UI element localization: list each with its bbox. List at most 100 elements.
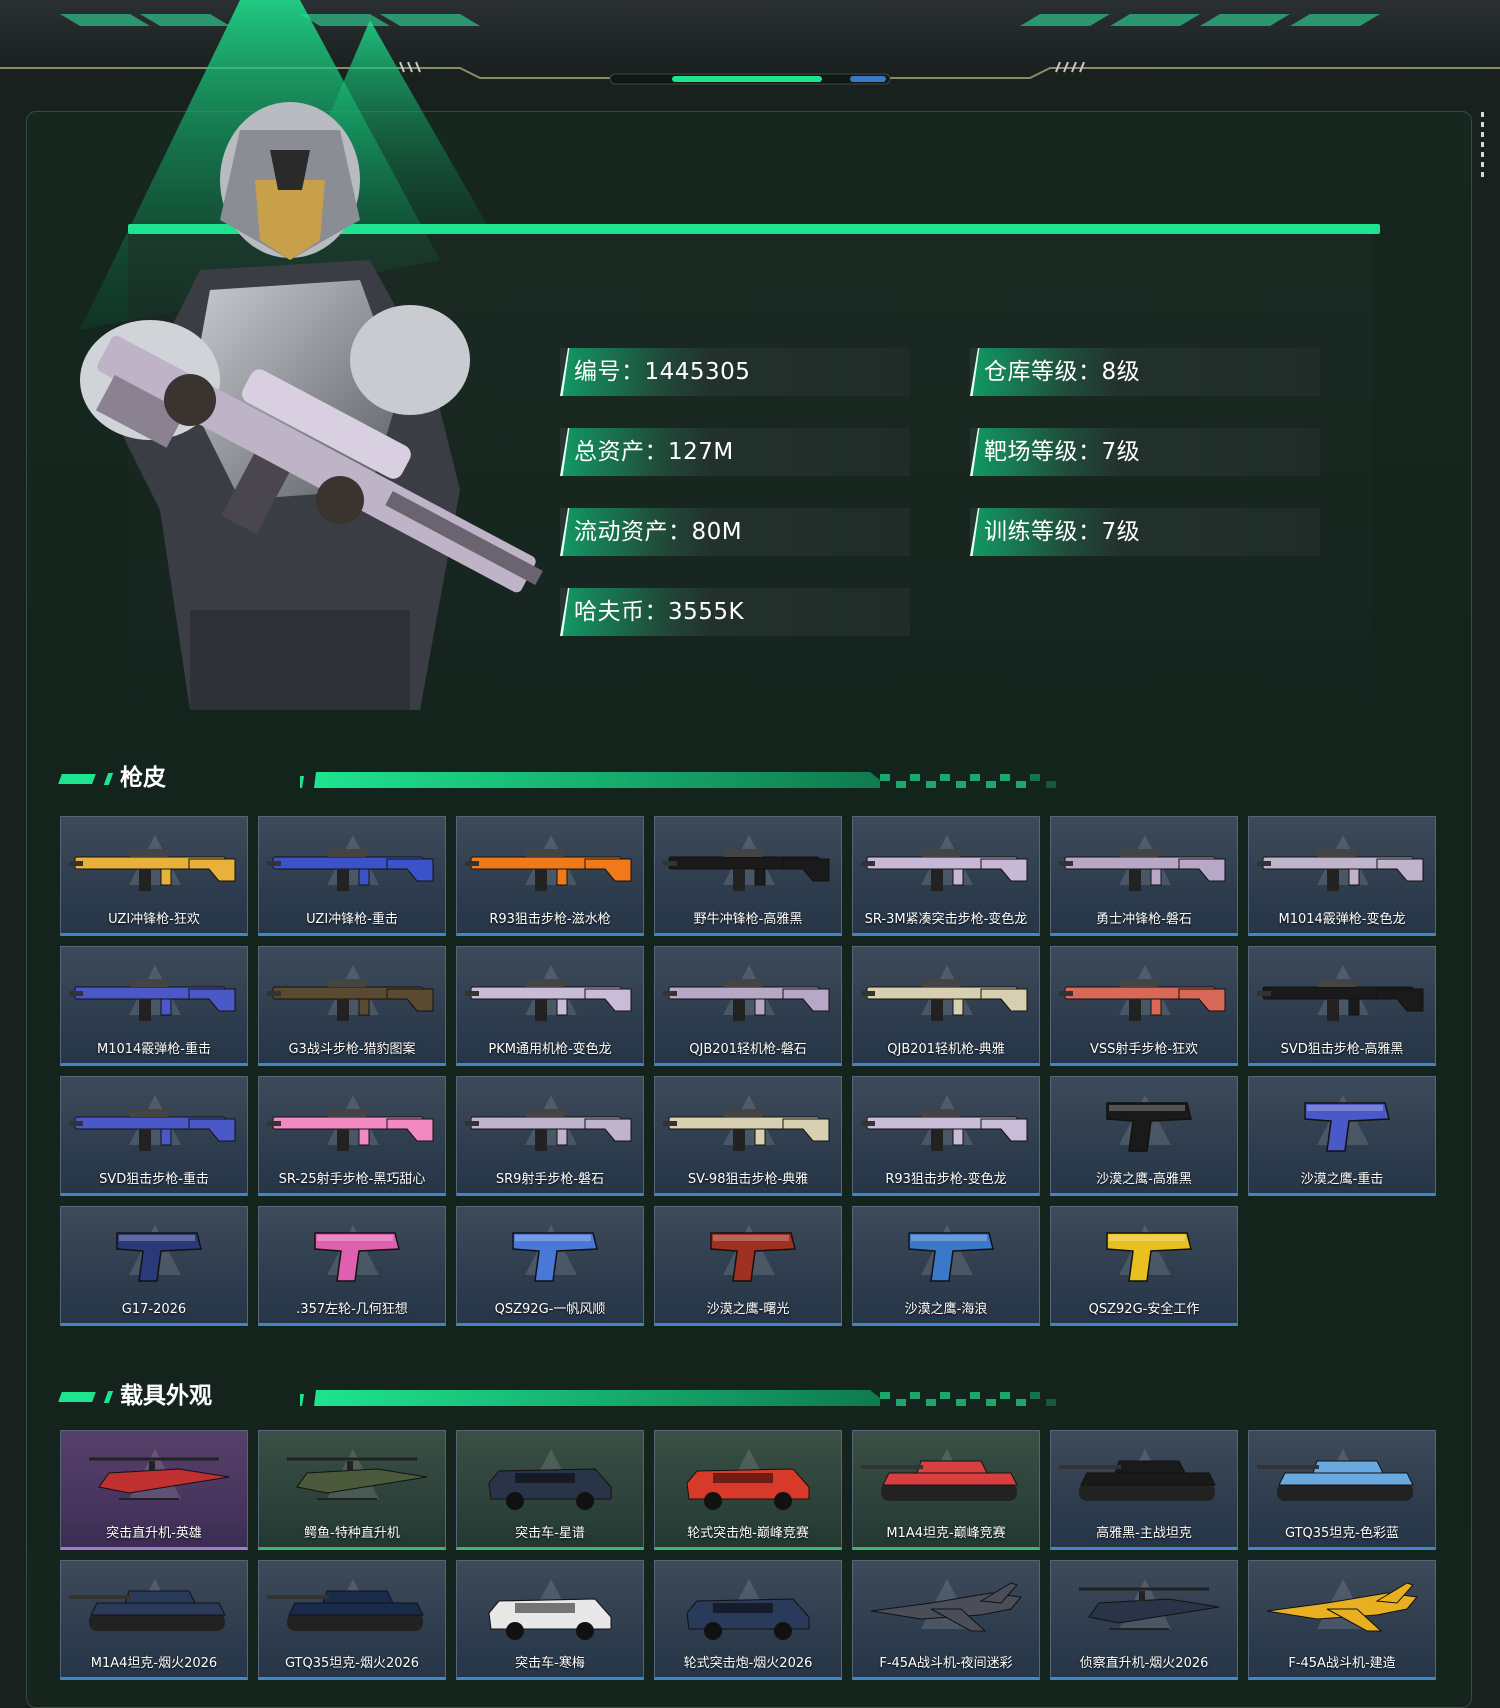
stat-training-level-label: 训练等级 <box>984 519 1078 545</box>
gun-skin-tile[interactable]: UZI冲锋枪-狂欢 <box>60 816 248 936</box>
vehicle-skin-tile[interactable]: 鳄鱼-特种直升机 <box>258 1430 446 1550</box>
stat-id-label: 编号 <box>574 359 621 385</box>
vehicle-skin-icon <box>89 1457 230 1500</box>
weapon-skin-icon <box>663 979 830 1021</box>
gun-skin-tile[interactable]: SR-25射手步枪-黑巧甜心 <box>258 1076 446 1196</box>
stat-haf-coin-label: 哈夫币 <box>574 599 645 625</box>
weapon-skin-icon <box>861 979 1028 1021</box>
gun-skin-tile[interactable]: QJB201轻机枪-磐石 <box>654 946 842 1066</box>
stat-liquid-assets-label: 流动资产 <box>574 519 668 545</box>
vehicle-skin-tile[interactable]: 轮式突击炮-巅峰竞赛 <box>654 1430 842 1550</box>
weapon-skin-icon <box>1106 1102 1192 1152</box>
vehicle-skin-tile[interactable]: GTQ35坦克-烟火2026 <box>258 1560 446 1680</box>
stat-warehouse-level-value: 8级 <box>1101 359 1141 385</box>
weapon-skin-icon <box>1106 1232 1192 1282</box>
stat-liquid-assets: 流动资产：80M <box>560 508 910 556</box>
gun-skin-tile[interactable]: 沙漠之鹰-曙光 <box>654 1206 842 1326</box>
stat-total-assets-label: 总资产 <box>574 439 645 465</box>
stat-range-level: 靶场等级：7级 <box>970 428 1320 476</box>
gun-skin-tile[interactable]: SR9射手步枪-磐石 <box>456 1076 644 1196</box>
vehicle-skin-label: 突击车-寒梅 <box>515 1656 585 1671</box>
vehicle-skin-tile[interactable]: F-45A战斗机-建造 <box>1248 1560 1436 1680</box>
gun-skin-label: SVD狙击步枪-重击 <box>99 1172 209 1187</box>
vehicle-skin-tile[interactable]: 突击车-星谱 <box>456 1430 644 1550</box>
gun-skin-label: R93狙击步枪-变色龙 <box>885 1172 1007 1187</box>
weapon-skin-icon <box>465 849 632 891</box>
gun-skin-tile[interactable]: 沙漠之鹰-海浪 <box>852 1206 1040 1326</box>
vehicle-skin-tile[interactable]: 侦察直升机-烟火2026 <box>1050 1560 1238 1680</box>
vehicle-skin-tile[interactable]: GTQ35坦克-色彩蓝 <box>1248 1430 1436 1550</box>
gun-skin-label: QJB201轻机枪-磐石 <box>689 1042 807 1057</box>
vehicle-skin-label: 轮式突击炮-烟火2026 <box>683 1656 813 1671</box>
gun-skin-tile[interactable]: PKM通用机枪-变色龙 <box>456 946 644 1066</box>
vehicle-skin-label: 突击直升机-英雄 <box>106 1526 202 1541</box>
operator-character-image <box>80 102 543 710</box>
gun-skin-tile[interactable]: R93狙击步枪-变色龙 <box>852 1076 1040 1196</box>
gun-skin-tile[interactable]: M1014霰弹枪-变色龙 <box>1248 816 1436 936</box>
gun-skin-label: M1014霰弹枪-变色龙 <box>1278 912 1406 927</box>
gun-skin-label: 沙漠之鹰-重击 <box>1300 1172 1384 1187</box>
gun-skin-tile[interactable]: SR-3M紧凑突击步枪-变色龙 <box>852 816 1040 936</box>
vehicle-skin-tile[interactable]: 轮式突击炮-烟火2026 <box>654 1560 842 1680</box>
vehicle-skin-icon <box>870 1582 1022 1632</box>
vehicle-skin-label: 高雅黑-主战坦克 <box>1096 1526 1192 1541</box>
gun-skin-label: UZI冲锋枪-狂欢 <box>108 912 200 927</box>
gun-skin-tile[interactable]: QJB201轻机枪-典雅 <box>852 946 1040 1066</box>
vehicle-skin-icon <box>686 1468 810 1510</box>
weapon-skin-icon <box>465 979 632 1021</box>
vehicle-skin-icon <box>69 1590 226 1631</box>
weapon-skin-icon <box>908 1232 994 1282</box>
gun-skin-tile[interactable]: G17-2026 <box>60 1206 248 1326</box>
vehicle-skin-tile[interactable]: M1A4坦克-巅峰竞赛 <box>852 1430 1040 1550</box>
vehicle-skin-icon <box>1266 1582 1418 1632</box>
gun-skin-tile[interactable]: SVD狙击步枪-高雅黑 <box>1248 946 1436 1066</box>
vehicle-skin-label: M1A4坦克-巅峰竞赛 <box>886 1526 1006 1541</box>
stat-warehouse-level-label: 仓库等级 <box>984 359 1078 385</box>
weapon-skin-icon <box>1257 979 1424 1021</box>
weapon-skin-icon <box>512 1232 598 1282</box>
gun-skin-label: QSZ92G-一帆风顺 <box>494 1302 606 1317</box>
gun-skin-tile[interactable]: SV-98狙击步枪-典雅 <box>654 1076 842 1196</box>
gun-skins-header: 枪皮 <box>58 758 1070 798</box>
gun-skin-label: SR9射手步枪-磐石 <box>495 1172 605 1187</box>
vehicle-skin-icon <box>267 1590 424 1631</box>
weapon-skin-icon <box>69 979 236 1021</box>
vehicle-skin-tile[interactable]: F-45A战斗机-夜间迷彩 <box>852 1560 1040 1680</box>
weapon-skin-icon <box>1059 849 1226 891</box>
gun-skin-tile[interactable]: .357左轮-几何狂想 <box>258 1206 446 1326</box>
weapon-skin-icon <box>267 1109 434 1151</box>
vehicle-skin-label: 侦察直升机-烟火2026 <box>1079 1656 1209 1671</box>
stat-haf-coin: 哈夫币：3555K <box>560 588 910 636</box>
gun-skin-tile[interactable]: VSS射手步枪-狂欢 <box>1050 946 1238 1066</box>
gun-skin-tile[interactable]: SVD狙击步枪-重击 <box>60 1076 248 1196</box>
gun-skin-tile[interactable]: 沙漠之鹰-高雅黑 <box>1050 1076 1238 1196</box>
gun-skin-tile[interactable]: 野牛冲锋枪-高雅黑 <box>654 816 842 936</box>
vehicle-skin-label: 轮式突击炮-巅峰竞赛 <box>687 1526 809 1541</box>
gun-skin-tile[interactable]: UZI冲锋枪-重击 <box>258 816 446 936</box>
weapon-skin-icon <box>861 1109 1028 1151</box>
gun-skin-tile[interactable]: M1014霰弹枪-重击 <box>60 946 248 1066</box>
gun-skin-label: PKM通用机枪-变色龙 <box>488 1042 612 1057</box>
gun-skin-label: R93狙击步枪-滋水枪 <box>489 912 611 927</box>
gun-skin-label: 沙漠之鹰-曙光 <box>706 1302 790 1317</box>
vehicle-skin-icon <box>861 1460 1018 1501</box>
stat-liquid-assets-value: 80M <box>691 519 743 545</box>
vehicle-skin-tile[interactable]: 突击车-寒梅 <box>456 1560 644 1680</box>
gun-skin-tile[interactable]: 勇士冲锋枪-磐石 <box>1050 816 1238 936</box>
vehicle-skin-tile[interactable]: M1A4坦克-烟火2026 <box>60 1560 248 1680</box>
vehicle-skin-label: GTQ35坦克-色彩蓝 <box>1284 1526 1400 1541</box>
gun-skin-tile[interactable]: R93狙击步枪-滋水枪 <box>456 816 644 936</box>
vehicle-skin-tile[interactable]: 突击直升机-英雄 <box>60 1430 248 1550</box>
gun-skin-tile[interactable]: 沙漠之鹰-重击 <box>1248 1076 1436 1196</box>
gun-skin-tile[interactable]: G3战斗步枪-猎豹图案 <box>258 946 446 1066</box>
vehicle-skin-icon <box>287 1457 428 1500</box>
gun-skin-label: QJB201轻机枪-典雅 <box>887 1042 1005 1057</box>
weapon-skin-icon <box>314 1232 400 1282</box>
vehicle-skin-tile[interactable]: 高雅黑-主战坦克 <box>1050 1430 1238 1550</box>
gun-skin-label: 野牛冲锋枪-高雅黑 <box>693 912 803 927</box>
gun-skin-tile[interactable]: QSZ92G-安全工作 <box>1050 1206 1238 1326</box>
weapon-skin-icon <box>267 849 434 891</box>
gun-skin-tile[interactable]: QSZ92G-一帆风顺 <box>456 1206 644 1326</box>
vehicle-skins-header: 载具外观 <box>58 1376 1070 1416</box>
vehicle-skin-icon <box>1257 1460 1414 1501</box>
